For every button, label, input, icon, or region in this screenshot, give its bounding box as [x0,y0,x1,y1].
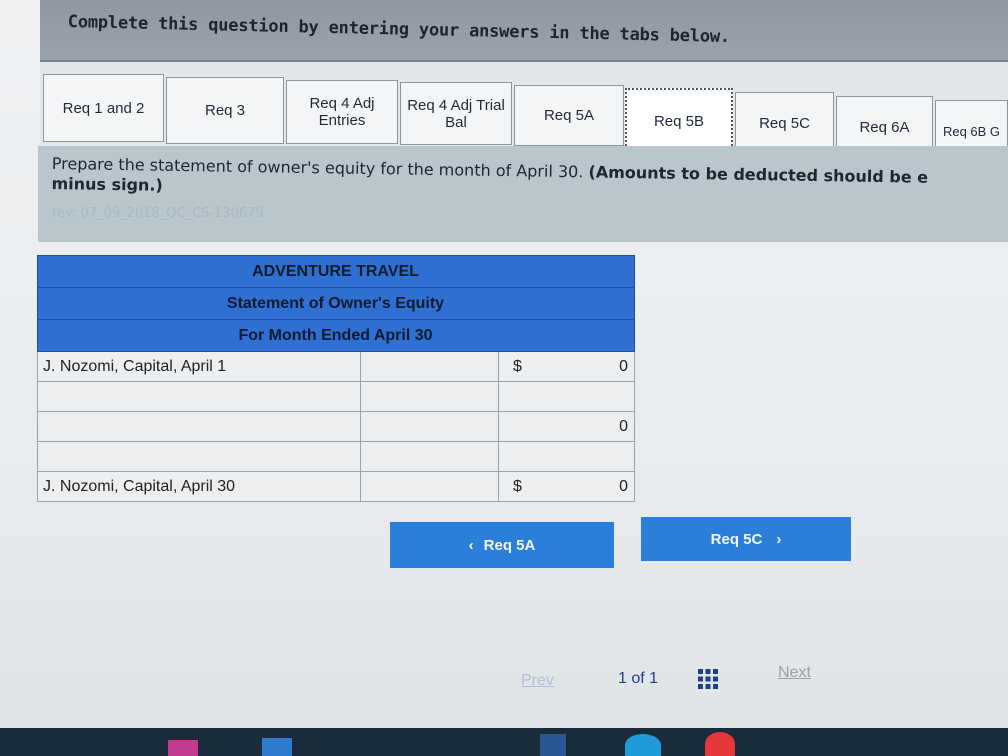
tab-req-5c[interactable]: Req 5C [735,92,834,154]
tab-req-4-adj-trial-bal[interactable]: Req 4 Adj Trial Bal [400,82,512,145]
statement-title: Statement of Owner's Equity [37,287,635,320]
pager-next[interactable]: Next [778,664,811,682]
taskbar [0,728,1008,756]
row-amount: $ 0 [498,351,635,382]
app-icon[interactable] [262,738,292,756]
table-row: J. Nozomi, Capital, April 1 $ 0 [37,351,635,382]
table-row [37,441,635,472]
tab-req-1-and-2[interactable]: Req 1 and 2 [43,74,164,142]
tab-req-3[interactable]: Req 3 [166,77,284,144]
row-mid [360,471,499,502]
row-mid-input[interactable] [360,411,499,442]
tab-req-5a[interactable]: Req 5A [514,85,624,146]
browser-icon[interactable] [705,732,735,756]
next-req-button[interactable]: Req 5C › [641,517,851,561]
prev-req-label: Req 5A [483,536,536,554]
row-amount-input[interactable]: 0 [498,411,635,442]
row-label-input[interactable] [37,411,361,442]
row-mid [360,441,499,472]
prompt-area: Prepare the statement of owner's equity … [38,146,1008,242]
currency-symbol: $ [513,478,522,495]
row-amount: $ 0 [498,471,635,502]
amount-value: 0 [619,418,628,435]
prev-req-button[interactable]: ‹ Req 5A [390,522,614,568]
tab-req-4-adj-entries[interactable]: Req 4 Adj Entries [286,80,398,144]
chevron-right-icon: › [776,530,782,548]
amount-value: 0 [619,478,628,495]
word-icon[interactable] [540,734,566,756]
grid-icon[interactable] [697,668,719,690]
next-req-label: Req 5C [710,530,763,548]
row-amount-input[interactable] [498,441,635,472]
owners-equity-statement: ADVENTURE TRAVEL Statement of Owner's Eq… [37,255,635,502]
row-mid [360,351,499,382]
statement-period: For Month Ended April 30 [37,319,635,352]
prompt-bold-2: minus sign.) [51,173,163,195]
pager-status: 1 of 1 [618,670,658,688]
row-label-input[interactable] [37,381,361,412]
row-label: J. Nozomi, Capital, April 1 [37,351,361,382]
company-name: ADVENTURE TRAVEL [37,255,635,288]
edge-icon[interactable] [625,734,661,756]
currency-symbol: $ [513,358,522,375]
row-amount-input[interactable] [498,381,635,412]
revision-id: rev: 07_09_2018_QC_CS-130679 [52,206,264,221]
prompt-text: Prepare the statement of owner's equity … [51,154,1008,209]
prompt-bold: (Amounts to be deducted should be e [588,162,929,187]
amount-value: 0 [619,358,628,375]
table-row: J. Nozomi, Capital, April 30 $ 0 [37,471,635,502]
table-row [37,381,635,412]
tab-req-5b[interactable]: Req 5B [625,88,733,154]
banner-text: Complete this question by entering your … [67,12,731,48]
row-label-input[interactable] [37,441,361,472]
pager-prev[interactable]: Prev [521,672,554,690]
row-label: J. Nozomi, Capital, April 30 [37,471,361,502]
pager-of: of 1 [631,670,659,687]
table-row: 0 [37,411,635,442]
chevron-left-icon: ‹ [468,536,474,554]
instruction-banner: Complete this question by entering your … [40,0,1008,62]
app-icon[interactable] [168,740,198,756]
row-mid-input[interactable] [360,381,499,412]
pager-page: 1 [618,670,627,687]
